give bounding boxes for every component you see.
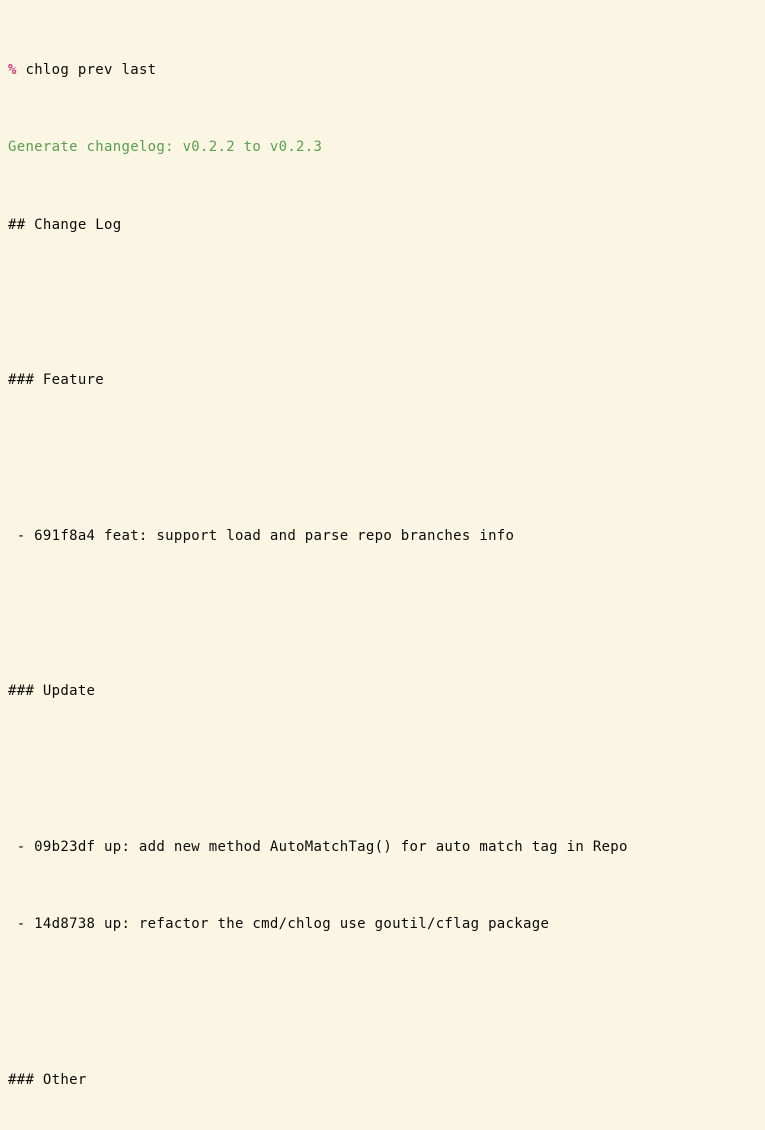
generate-changelog-line: Generate changelog: v0.2.2 to v0.2.3	[8, 135, 757, 161]
heading-changelog: ## Change Log	[8, 213, 757, 239]
list-item: - 691f8a4 feat: support load and parse r…	[8, 524, 757, 550]
heading-other: ### Other	[8, 1068, 757, 1094]
list-item: - 09b23df up: add new method AutoMatchTa…	[8, 835, 757, 861]
prompt-symbol: %	[8, 62, 17, 78]
heading-feature: ### Feature	[8, 368, 757, 394]
blank-line	[8, 291, 757, 317]
blank-line	[8, 757, 757, 783]
list-item: - 14d8738 up: refactor the cmd/chlog use…	[8, 912, 757, 938]
prompt-line: % chlog prev last	[8, 58, 757, 84]
blank-line	[8, 601, 757, 627]
blank-line	[8, 446, 757, 472]
command-text: chlog prev last	[25, 62, 156, 78]
terminal-output: % chlog prev last Generate changelog: v0…	[8, 6, 757, 1130]
blank-line	[8, 990, 757, 1016]
heading-update: ### Update	[8, 679, 757, 705]
